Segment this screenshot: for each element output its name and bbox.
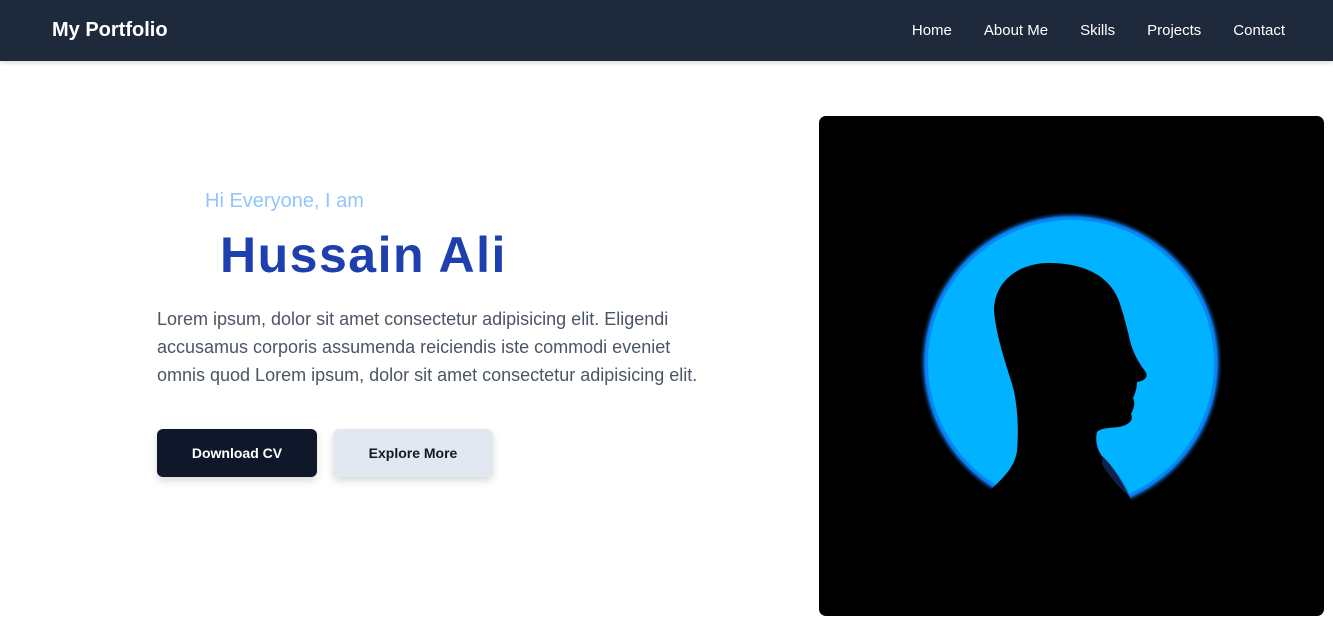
nav-link-home[interactable]: Home (912, 22, 952, 39)
hero-bio: Lorem ipsum, dolor sit amet consectetur … (157, 309, 698, 385)
nav-link-projects[interactable]: Projects (1147, 22, 1201, 39)
hero-section: Hi Everyone, I am Hussain Ali Lorem ipsu… (157, 190, 717, 477)
hero-greeting: Hi Everyone, I am (205, 190, 364, 212)
nav-links: Home About Me Skills Projects Contact (912, 22, 1285, 40)
explore-more-button[interactable]: Explore More (333, 429, 493, 477)
navbar: My Portfolio Home About Me Skills Projec… (0, 0, 1333, 61)
download-cv-button[interactable]: Download CV (157, 429, 317, 477)
nav-link-skills[interactable]: Skills (1080, 22, 1115, 39)
hero-buttons: Download CV Explore More (157, 429, 717, 477)
hero-name: Hussain Ali (220, 227, 507, 283)
brand-logo-link[interactable]: My Portfolio (52, 19, 168, 42)
nav-link-contact[interactable]: Contact (1233, 22, 1285, 39)
profile-image (819, 116, 1324, 616)
person-silhouette-icon (919, 211, 1223, 616)
nav-link-about-me[interactable]: About Me (984, 22, 1048, 39)
